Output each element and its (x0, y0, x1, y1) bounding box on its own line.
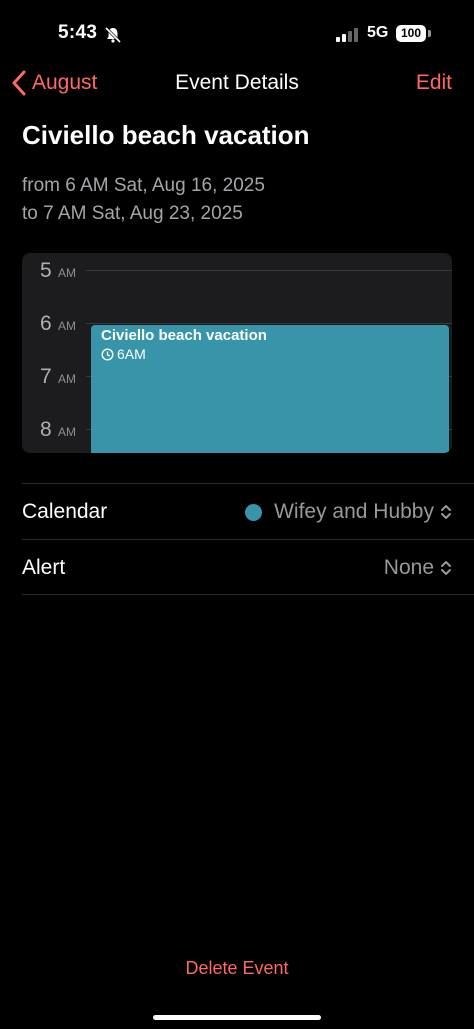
alert-value: None (383, 556, 434, 579)
day-timeline-preview[interactable]: 5 AM 6 AM 7 AM 8 AM Civiello beach vacat… (22, 253, 452, 453)
edit-button[interactable]: Edit (416, 71, 452, 95)
event-block-title: Civiello beach vacation (101, 327, 267, 344)
status-time: 5:43 (58, 22, 98, 43)
delete-event-button[interactable]: Delete Event (0, 958, 474, 979)
divider (22, 594, 474, 595)
event-block-time-label: 6AM (117, 346, 146, 362)
page-title: Event Details (175, 71, 299, 94)
hour-line (86, 323, 452, 324)
bell-slash-icon (104, 26, 122, 44)
battery-icon: 100 (396, 25, 426, 42)
cellular-signal-icon (336, 28, 358, 42)
calendar-value: Wifey and Hubby (274, 500, 434, 523)
hour-ampm: AM (58, 266, 76, 280)
status-bar: 5:43 5G 100 (0, 0, 474, 64)
event-block[interactable]: Civiello beach vacation 6AM (91, 325, 449, 453)
hour-ampm: AM (58, 425, 76, 439)
calendar-color-dot (245, 503, 263, 521)
event-title: Civiello beach vacation (22, 120, 310, 150)
hour-row-5: 5 AM (22, 259, 452, 282)
alert-label: Alert (22, 556, 66, 579)
event-start: from 6 AM Sat, Aug 16, 2025 (22, 175, 265, 196)
hour-ampm: AM (58, 372, 76, 386)
hour-label: 7 (40, 365, 52, 388)
chevron-up-down-icon (441, 561, 451, 575)
hour-label: 5 (40, 259, 52, 282)
hour-label: 8 (40, 418, 52, 441)
chevron-up-down-icon (441, 505, 451, 519)
event-end: to 7 AM Sat, Aug 23, 2025 (22, 203, 243, 224)
alert-row[interactable]: Alert None (22, 539, 474, 596)
hour-ampm: AM (58, 319, 76, 333)
hour-line (86, 270, 452, 271)
calendar-picker[interactable]: Wifey and Hubby (245, 500, 452, 524)
network-type: 5G (367, 24, 389, 41)
home-indicator[interactable] (153, 1015, 321, 1020)
alert-picker[interactable]: None (384, 556, 452, 580)
calendar-row[interactable]: Calendar Wifey and Hubby (22, 483, 474, 540)
clock-icon (101, 347, 114, 361)
calendar-label: Calendar (22, 500, 108, 523)
nav-bar: August Event Details Edit (0, 64, 474, 104)
battery-tip (428, 30, 431, 37)
event-block-time: 6AM (101, 346, 146, 362)
hour-label: 6 (40, 312, 52, 335)
